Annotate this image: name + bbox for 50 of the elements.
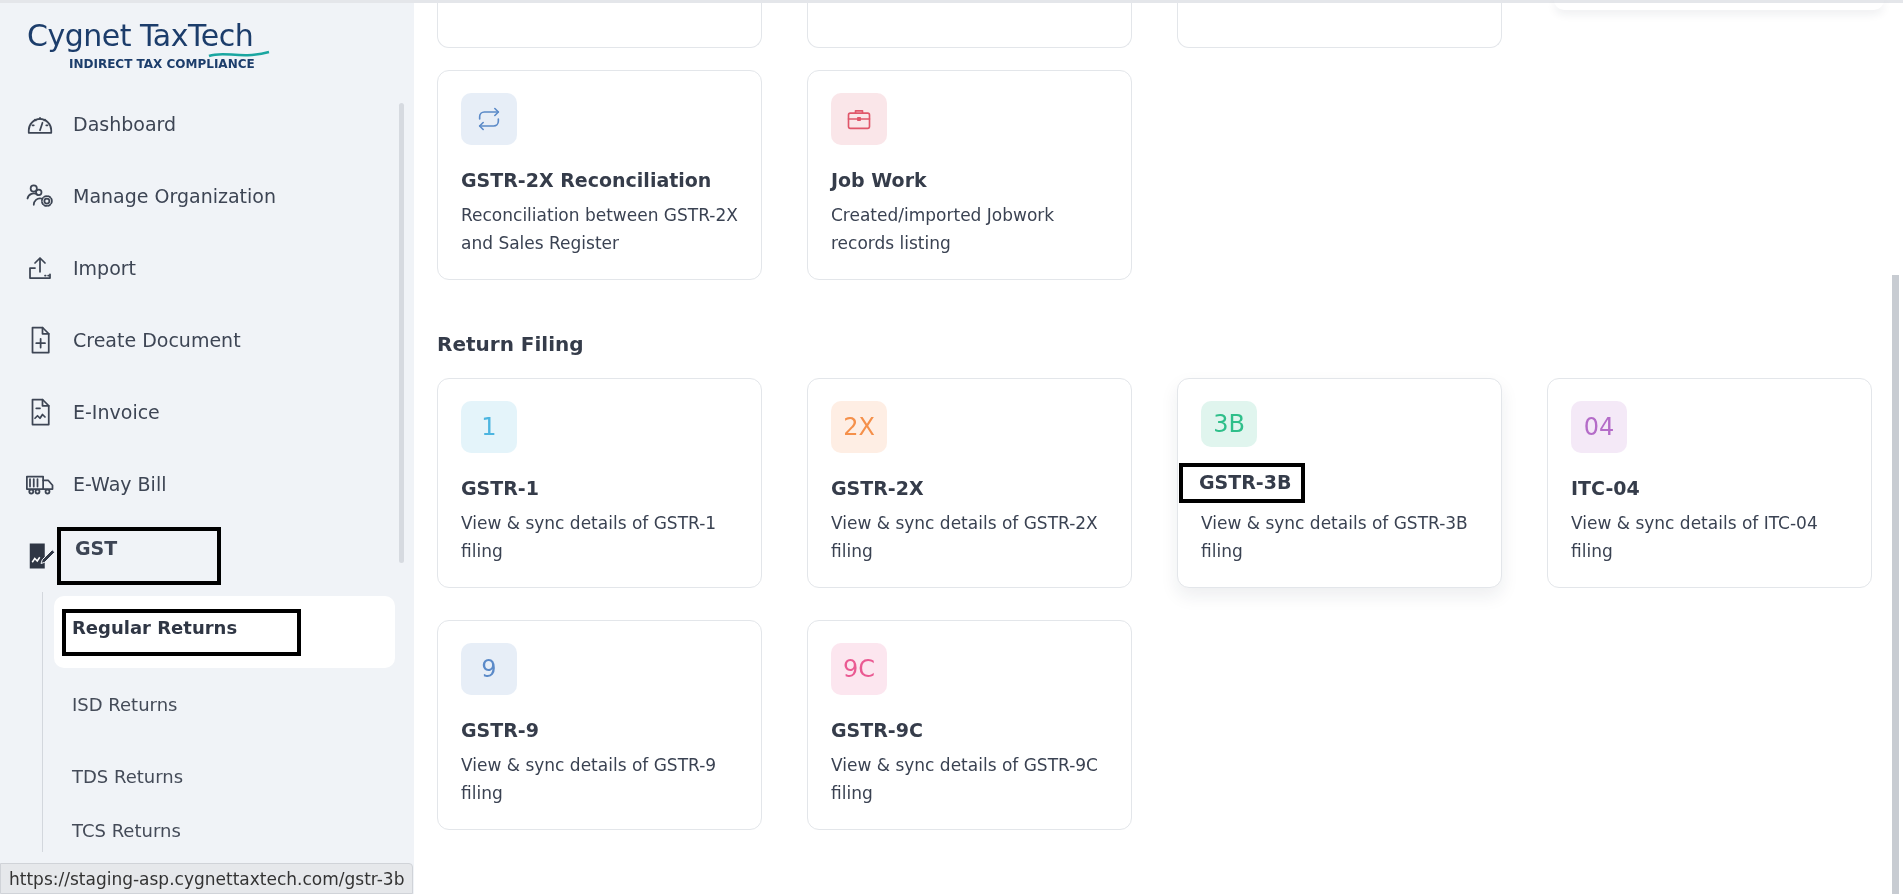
card-description: View & sync details of GSTR-1 filing: [461, 512, 718, 563]
return-badge: 3B: [1201, 401, 1257, 447]
return-badge: 2X: [831, 401, 887, 453]
return-card[interactable]: 04 ITC-04 View & sync details of ITC-04 filing: [1547, 378, 1872, 588]
card[interactable]: [807, 3, 1132, 48]
logo-swoosh-icon: [208, 49, 270, 59]
return-card[interactable]: 3B GSTR-3B View & sync details of GSTR-3B filing: [1177, 378, 1502, 588]
scrollbar[interactable]: [399, 103, 404, 563]
nav-item[interactable]: Dashboard: [0, 88, 414, 160]
return-badge: 9C: [831, 643, 887, 695]
return-card[interactable]: 1 GSTR-1 View & sync details of GSTR-1 filing: [437, 378, 762, 588]
card-description: View & sync details of GSTR-2X filing: [831, 512, 1099, 563]
card-title: GSTR-9C: [831, 719, 923, 741]
card-title: GSTR-2X Reconciliation: [461, 169, 712, 191]
submenu-item[interactable]: TDS Returns: [54, 740, 395, 812]
nav-item[interactable]: Manage Organization: [0, 160, 414, 232]
return-badge: 9: [461, 643, 517, 695]
nav-item[interactable]: Import: [0, 232, 414, 304]
return-card[interactable]: 9 GSTR-9 View & sync details of GSTR-9 filing: [437, 620, 762, 830]
return-card[interactable]: 2X GSTR-2X View & sync details of GSTR-2X filing: [807, 378, 1132, 588]
card-description: View & sync details of GSTR-9C filing: [831, 754, 1099, 805]
submenu-item[interactable]: Regular Returns: [54, 596, 395, 668]
nav-item[interactable]: E-Invoice: [0, 376, 414, 448]
return-badge: 1: [461, 401, 517, 453]
card-description: Reconciliation between GSTR-2X and Sales Register: [461, 204, 738, 255]
section-heading: Return Filing: [437, 332, 585, 356]
card[interactable]: [437, 3, 762, 48]
nav-item[interactable]: E-Way Bill: [0, 448, 414, 520]
logo-name: Cygnet TaxTech: [27, 19, 254, 53]
card-description: Created/imported Jobwork records listing: [831, 204, 1056, 255]
card-title: ITC-04: [1571, 477, 1640, 499]
card[interactable]: [1177, 3, 1502, 48]
nav-item[interactable]: Create Document: [0, 304, 414, 376]
link-url-tooltip: https://staging-asp.cygnettaxtech.com/gstr-3b: [0, 863, 414, 894]
tool-card[interactable]: Job Work Created/imported Jobwork records listing: [807, 70, 1132, 280]
card-title: GSTR-1: [461, 477, 539, 499]
submenu-item[interactable]: TCS Returns: [54, 812, 395, 852]
card-title: GSTR-9: [461, 719, 539, 741]
card-description: View & sync details of ITC-04 filing: [1571, 512, 1819, 563]
nav-item[interactable]: GST: [0, 520, 414, 592]
submenu-item[interactable]: ISD Returns: [54, 668, 395, 740]
scrollbar[interactable]: [1892, 275, 1899, 894]
card-title: GSTR-2X: [831, 477, 924, 499]
logo-tagline: INDIRECT TAX COMPLIANCE: [69, 57, 255, 71]
card-title: Job Work: [831, 169, 927, 191]
return-badge: 04: [1571, 401, 1627, 453]
card-description: View & sync details of GSTR-3B filing: [1201, 512, 1469, 563]
card-description: View & sync details of GSTR-9 filing: [461, 754, 718, 805]
tool-card[interactable]: GSTR-2X Reconciliation Reconciliation between GSTR-2X and Sales Register: [437, 70, 762, 280]
return-card[interactable]: 9C GSTR-9C View & sync details of GSTR-9C filing: [807, 620, 1132, 830]
